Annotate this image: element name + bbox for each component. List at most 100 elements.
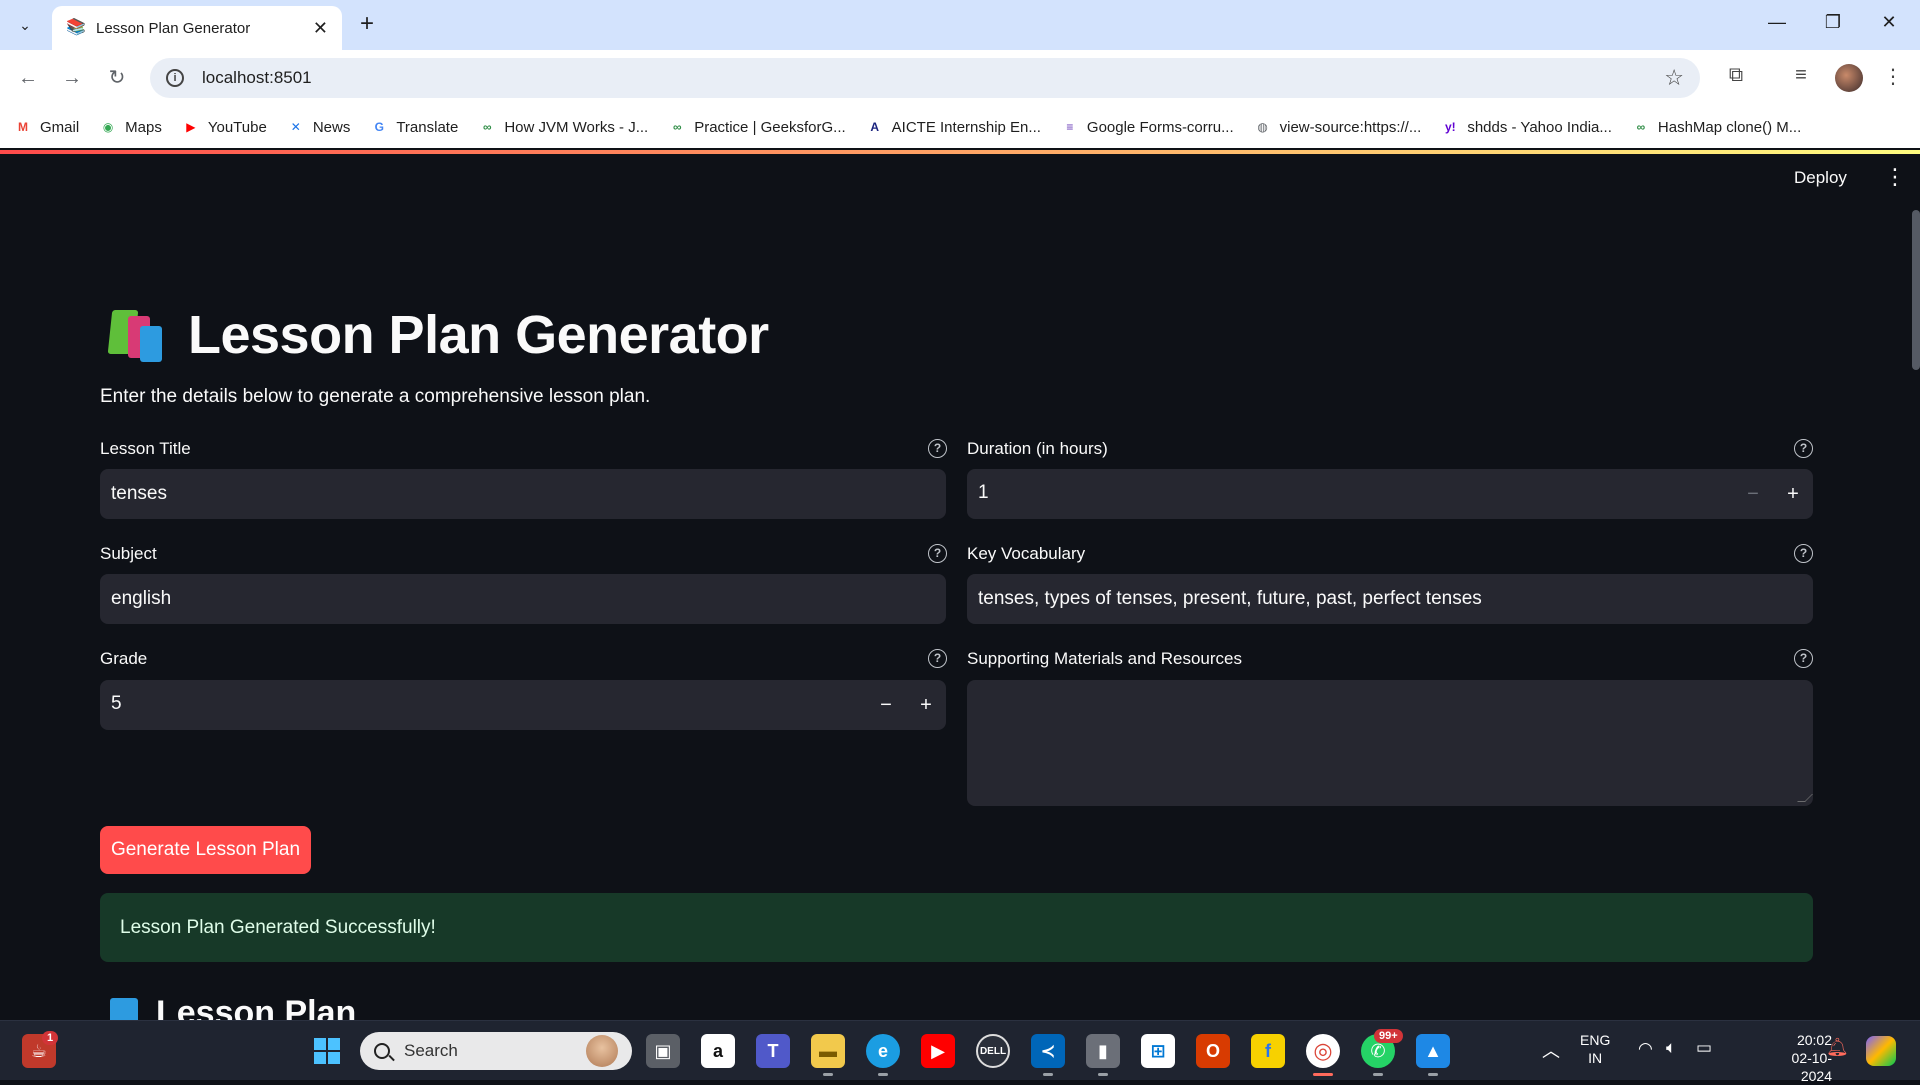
media-controls-icon[interactable]: ≡ bbox=[1787, 64, 1815, 87]
minus-icon[interactable]: − bbox=[872, 690, 900, 720]
address-bar[interactable]: i localhost:8501 ☆ bbox=[150, 58, 1700, 98]
window-close-icon[interactable]: ✕ bbox=[1877, 12, 1901, 33]
bookmark-item[interactable]: ∞ How JVM Works - J... bbox=[478, 118, 648, 136]
success-message: Lesson Plan Generated Successfully! bbox=[120, 916, 436, 938]
search-highlight-image bbox=[586, 1035, 618, 1067]
chrome-icon[interactable]: ◎ bbox=[1306, 1034, 1340, 1068]
key-vocabulary-input[interactable]: tenses, types of tenses, present, future… bbox=[967, 574, 1813, 624]
bookmark-item[interactable]: ✕ News bbox=[287, 118, 351, 136]
bookmark-label: News bbox=[312, 118, 351, 136]
flipkart-icon[interactable]: f bbox=[1251, 1034, 1285, 1068]
site-info-icon[interactable]: i bbox=[166, 69, 184, 87]
task-view-icon[interactable]: ▣ bbox=[646, 1034, 680, 1068]
help-icon[interactable]: ? bbox=[1794, 544, 1813, 563]
bookmark-label: AICTE Internship En... bbox=[891, 118, 1041, 136]
lesson-title-input[interactable]: tenses bbox=[100, 469, 946, 519]
scrollbar[interactable] bbox=[1912, 210, 1920, 370]
bookmark-item[interactable]: ∞ HashMap clone() M... bbox=[1632, 118, 1802, 136]
blue-book-icon bbox=[110, 997, 138, 1020]
tray-chevron-icon[interactable]: ︿ bbox=[1542, 1037, 1560, 1063]
materials-textarea[interactable] bbox=[967, 680, 1813, 806]
bookmark-item[interactable]: ∞ Practice | GeeksforG... bbox=[668, 118, 846, 136]
bookmark-item[interactable]: ≡ Google Forms-corru... bbox=[1061, 118, 1233, 136]
whatsapp-badge: 99+ bbox=[1374, 1029, 1403, 1043]
language-indicator[interactable]: ENG IN bbox=[1580, 1031, 1610, 1067]
browser-tab[interactable]: 📚 Lesson Plan Generator ✕ bbox=[52, 6, 342, 50]
bookmark-item[interactable]: A AICTE Internship En... bbox=[866, 118, 1041, 136]
clock[interactable]: 20:02 02-10-2024 bbox=[1762, 1031, 1832, 1085]
deploy-button[interactable]: Deploy bbox=[1794, 168, 1847, 188]
bookmark-label: Gmail bbox=[40, 118, 80, 136]
duration-stepper[interactable]: 1 − + bbox=[967, 469, 1813, 519]
running-indicator bbox=[1428, 1073, 1438, 1076]
section-title: Lesson Plan bbox=[156, 994, 357, 1020]
bookmark-item[interactable]: y! shdds - Yahoo India... bbox=[1441, 118, 1612, 136]
browser-menu-icon[interactable]: ⋮ bbox=[1879, 64, 1907, 89]
bookmark-item[interactable]: M Gmail bbox=[14, 118, 79, 136]
battery-icon[interactable]: ▭ bbox=[1696, 1038, 1712, 1058]
bookmark-label: How JVM Works - J... bbox=[504, 118, 649, 136]
subject-input[interactable]: english bbox=[100, 574, 946, 624]
help-icon[interactable]: ? bbox=[928, 649, 947, 668]
minimize-icon[interactable]: — bbox=[1765, 12, 1789, 33]
help-icon[interactable]: ? bbox=[1794, 649, 1813, 668]
help-icon[interactable]: ? bbox=[928, 439, 947, 458]
resize-grip-icon[interactable] bbox=[1797, 794, 1813, 802]
minus-icon[interactable]: − bbox=[1739, 479, 1767, 509]
windows-taskbar: ☕ 1 Search ▣ a T ▬ e ▶ DELL ≺ ▮ ⊞ O f ◎ … bbox=[0, 1020, 1920, 1084]
forward-arrow-icon[interactable]: → bbox=[58, 64, 86, 92]
edge-icon[interactable]: e bbox=[866, 1034, 900, 1068]
bookmark-item[interactable]: G Translate bbox=[370, 118, 459, 136]
generate-lesson-plan-button[interactable]: Generate Lesson Plan bbox=[100, 826, 311, 874]
extensions-icon[interactable]: ⧉ bbox=[1722, 64, 1750, 87]
bookmark-item[interactable]: ▶ YouTube bbox=[182, 118, 267, 136]
bookmark-label: YouTube bbox=[207, 118, 267, 136]
plus-icon[interactable]: + bbox=[1779, 479, 1807, 509]
office-icon[interactable]: O bbox=[1196, 1034, 1230, 1068]
tab-title: Lesson Plan Generator bbox=[96, 19, 251, 37]
clock-time: 20:02 bbox=[1796, 1032, 1832, 1048]
subject-label: Subject bbox=[100, 544, 157, 563]
maps-icon: ◉ bbox=[102, 120, 114, 134]
microsoft-store-icon[interactable]: ⊞ bbox=[1141, 1034, 1175, 1068]
back-arrow-icon[interactable]: ← bbox=[14, 64, 42, 92]
amazon-icon[interactable]: a bbox=[701, 1034, 735, 1068]
vscode-icon[interactable]: ≺ bbox=[1031, 1034, 1065, 1068]
geeksforgeeks-icon: ∞ bbox=[1636, 120, 1646, 134]
running-indicator bbox=[878, 1073, 888, 1076]
bookmark-label: view-source:https://... bbox=[1279, 118, 1422, 136]
grade-value[interactable]: 5 bbox=[111, 693, 122, 715]
new-tab-button[interactable]: + bbox=[352, 10, 382, 40]
books-icon bbox=[106, 306, 168, 364]
copilot-icon[interactable] bbox=[1866, 1036, 1896, 1066]
taskbar-search[interactable]: Search bbox=[360, 1032, 632, 1070]
volume-icon[interactable]: 🔈︎ bbox=[1666, 1038, 1676, 1058]
plus-icon[interactable]: + bbox=[912, 690, 940, 720]
photos-icon[interactable]: ▲ bbox=[1416, 1034, 1450, 1068]
bookmarks-bar: M Gmail ◉ Maps ▶ YouTube ✕ News G Translate ∞ How J… bbox=[0, 106, 1920, 148]
youtube-app-icon[interactable]: ▶ bbox=[921, 1034, 955, 1068]
tab-close-icon[interactable]: ✕ bbox=[313, 18, 328, 39]
restore-icon[interactable]: ❐ bbox=[1821, 12, 1845, 33]
dell-icon[interactable]: DELL bbox=[976, 1034, 1010, 1068]
running-indicator bbox=[1373, 1073, 1383, 1076]
language-line1: ENG bbox=[1580, 1032, 1611, 1048]
app-icon[interactable]: ▮ bbox=[1086, 1034, 1120, 1068]
help-icon[interactable]: ? bbox=[928, 544, 947, 563]
wifi-icon[interactable]: ◠ bbox=[1638, 1039, 1653, 1059]
help-icon[interactable]: ? bbox=[1794, 439, 1813, 458]
duration-value[interactable]: 1 bbox=[978, 482, 989, 504]
bookmark-star-icon[interactable]: ☆ bbox=[1664, 65, 1684, 91]
windows-start-icon[interactable] bbox=[310, 1034, 344, 1068]
file-explorer-icon[interactable]: ▬ bbox=[811, 1034, 845, 1068]
geeksforgeeks-icon: ∞ bbox=[672, 120, 682, 134]
profile-avatar[interactable] bbox=[1835, 64, 1863, 92]
bookmark-item[interactable]: ◉ Maps bbox=[99, 118, 162, 136]
notification-bell-icon[interactable]: 🔔︎ bbox=[1826, 1037, 1849, 1058]
app-menu-icon[interactable]: ⋮ bbox=[1884, 164, 1906, 190]
reload-icon[interactable]: ↻ bbox=[103, 64, 131, 92]
teams-icon[interactable]: T bbox=[756, 1034, 790, 1068]
bookmark-item[interactable]: ◍ view-source:https://... bbox=[1254, 118, 1422, 136]
grade-stepper[interactable]: 5 − + bbox=[100, 680, 946, 730]
tab-search-chevron-icon[interactable]: ⌄ bbox=[8, 10, 42, 40]
